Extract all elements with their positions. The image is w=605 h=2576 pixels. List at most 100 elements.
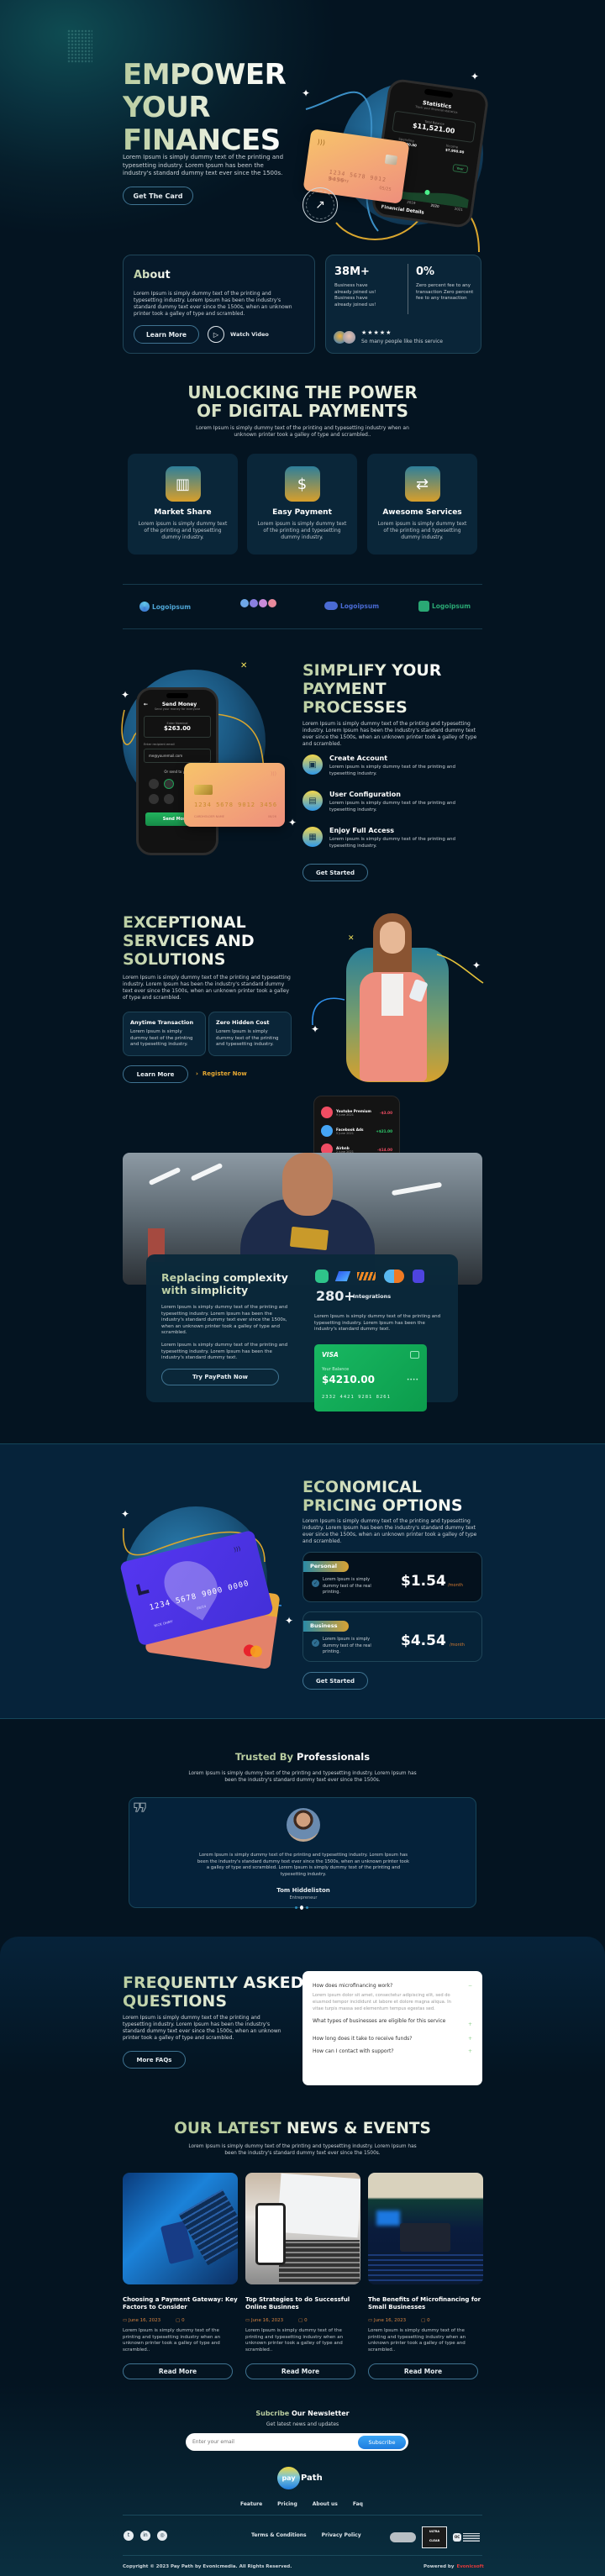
news-card-title[interactable]: Choosing a Payment Gateway: Key Factors … — [123, 2296, 238, 2311]
amount-box[interactable]: Enter Nominal $263.00 — [144, 716, 211, 738]
recipient-email-field[interactable]: me@youremail.com — [144, 749, 211, 763]
pricing-plan-personal[interactable]: Personal ✓ Lorem Ipsum is simply dummy t… — [302, 1552, 482, 1602]
instagram-icon[interactable]: ◎ — [157, 2531, 167, 2541]
process-step: ▣ Create Account Lorem ipsum is simply d… — [302, 754, 464, 777]
learn-more-button[interactable]: Learn More — [134, 325, 199, 344]
faq-item[interactable]: How can I contact with support? + — [313, 2048, 472, 2054]
faq-item[interactable]: What types of businesses are eligible fo… — [313, 2018, 472, 2029]
news-image[interactable] — [245, 2173, 360, 2284]
step-description: Lorem ipsum is simply dummy text of the … — [329, 837, 456, 849]
footer-logo[interactable]: pay Path — [277, 2467, 323, 2489]
logo-mark: pay — [277, 2467, 300, 2489]
privacy-link[interactable]: Privacy Policy — [322, 2532, 361, 2538]
process-step: ▤ User Configuration Lorem ipsum is simp… — [302, 791, 464, 813]
newsletter-form: Subscribe — [186, 2433, 408, 2451]
keyboard-illustration — [279, 2240, 360, 2282]
faq-item-expanded[interactable]: How does microfinancing work? − — [313, 1983, 472, 1989]
contact-avatar[interactable] — [164, 779, 174, 789]
phone-header: ← Send Money — [139, 698, 216, 707]
pricing-plan-business[interactable]: Business ✓ Lorem Ipsum is simply dummy t… — [302, 1611, 482, 1662]
comment-icon: ▢ — [421, 2318, 426, 2323]
certified-badge — [390, 2532, 416, 2542]
get-started-button[interactable]: Get Started — [302, 864, 368, 881]
footer-link-about[interactable]: About us — [313, 2501, 338, 2507]
quote-icon: ❞ — [133, 1799, 149, 1828]
get-started-badge[interactable]: ↗ — [302, 187, 338, 223]
hero-title: EMPOWER YOUR FINANCES — [123, 59, 286, 157]
watch-video-link[interactable]: ▷ Watch Video — [208, 326, 269, 343]
news-date: June 16, 2023 — [128, 2318, 161, 2323]
minus-icon[interactable]: − — [468, 1983, 472, 1989]
news-meta: ▭ June 16, 2023 ▢ 0 — [123, 2318, 238, 2323]
terms-link[interactable]: Terms & Conditions — [251, 2532, 307, 2538]
read-more-button[interactable]: Read More — [368, 2363, 478, 2380]
faq-question: How does microfinancing work? — [313, 1983, 393, 1989]
twitter-icon[interactable]: t — [124, 2531, 134, 2541]
faq-item[interactable]: How long does it take to receive funds? … — [313, 2036, 472, 2042]
card-number: 2332 4421 9281 8261 — [322, 1395, 391, 1400]
plus-icon[interactable]: + — [468, 2021, 472, 2029]
read-more-button[interactable]: Read More — [245, 2363, 355, 2380]
features-section: UNLOCKING THE POWER OF DIGITAL PAYMENTS … — [0, 370, 605, 563]
process-title-line: SIMPLIFY YOUR — [302, 661, 442, 680]
play-icon: ▷ — [208, 326, 224, 343]
footer-link-pricing[interactable]: Pricing — [277, 2501, 297, 2507]
email-input[interactable] — [192, 2439, 358, 2445]
integrations-label: Integrations — [353, 1293, 392, 1300]
email-label: Enter recipient email — [144, 743, 175, 746]
dot-pattern — [67, 29, 92, 63]
integration-logo-icon — [334, 1271, 351, 1281]
contact-avatar[interactable] — [164, 794, 174, 804]
learn-more-button[interactable]: Learn More — [123, 1065, 188, 1083]
news-card-title[interactable]: Top Strategies to do Successful Online B… — [245, 2296, 360, 2311]
read-more-button[interactable]: Read More — [123, 2363, 233, 2380]
dollar-pin-icon: $ — [284, 466, 320, 502]
visa-logo: VISA — [322, 1351, 339, 1359]
get-the-card-button[interactable]: Get The Card — [123, 187, 193, 205]
sparkle-icon: ✦ — [471, 71, 480, 82]
powered-by-link[interactable]: Evonicsoft — [456, 2564, 483, 2569]
location-pin-icon — [155, 1551, 227, 1621]
partner-logo[interactable]: Logoipsum — [418, 601, 471, 612]
sparkle-icon: ✦ — [288, 817, 297, 828]
news-image[interactable] — [123, 2173, 238, 2284]
plus-icon[interactable]: + — [468, 2048, 472, 2054]
news-meta: ▭ June 16, 2023 ▢ 0 — [368, 2318, 483, 2323]
news-image[interactable] — [368, 2173, 483, 2284]
laptop-screen — [276, 2173, 360, 2238]
certification-badges: ULTRA CLEAR OC — [390, 2526, 480, 2548]
news-card-title[interactable]: The Benefits of Microfinancing for Small… — [368, 2296, 483, 2311]
linkedin-icon[interactable]: in — [140, 2531, 150, 2541]
more-faqs-button[interactable]: More FAQs — [123, 2051, 186, 2069]
footer-link-faq[interactable]: Faq — [353, 2501, 363, 2507]
news-date: June 16, 2023 — [373, 2318, 407, 2323]
stat-value: 0% — [416, 265, 435, 278]
contact-avatar[interactable] — [149, 794, 159, 804]
register-now-link[interactable]: › Register Now — [196, 1070, 247, 1077]
cross-decoration-icon: ✕ — [348, 934, 355, 943]
news-title-accent: OUR LATEST — [174, 2120, 281, 2137]
partner-logo[interactable]: Logoipsum — [324, 602, 379, 610]
credit-card-in-hand — [289, 1226, 329, 1251]
plan-period: /month — [448, 1583, 463, 1588]
testimonial-quote: Lorem Ipsum is simply dummy text of the … — [197, 1853, 410, 1877]
year-tick: 2021 — [454, 206, 464, 213]
card-expiry: 08/26 — [267, 815, 276, 818]
services-title: EXCEPTIONAL SERVICES AND SOLUTIONS — [123, 913, 255, 969]
stat-text: Business have already joined us! Busines… — [334, 283, 376, 308]
avatar-group — [334, 331, 355, 344]
get-started-button[interactable]: Get Started — [302, 1672, 368, 1690]
service-card: Zero Hidden Cost Lorem Ipsum is simply d… — [208, 1012, 292, 1056]
carousel-dot[interactable] — [306, 1906, 308, 1909]
transaction-date: 5 June 2021 — [336, 1131, 354, 1135]
news-comments: 0 — [182, 2318, 185, 2323]
carousel-dot[interactable] — [295, 1906, 297, 1909]
footer-link-feature[interactable]: Feature — [240, 2501, 262, 2507]
plus-icon[interactable]: + — [468, 2036, 472, 2042]
partner-logo[interactable]: Logoipsum — [139, 602, 191, 612]
contact-avatar[interactable] — [149, 779, 159, 789]
carousel-dot-active[interactable] — [300, 1906, 303, 1910]
partner-logo[interactable] — [240, 599, 276, 607]
try-paypath-button[interactable]: Try PayPath Now — [161, 1369, 279, 1385]
subscribe-button[interactable]: Subscribe — [358, 2435, 406, 2449]
